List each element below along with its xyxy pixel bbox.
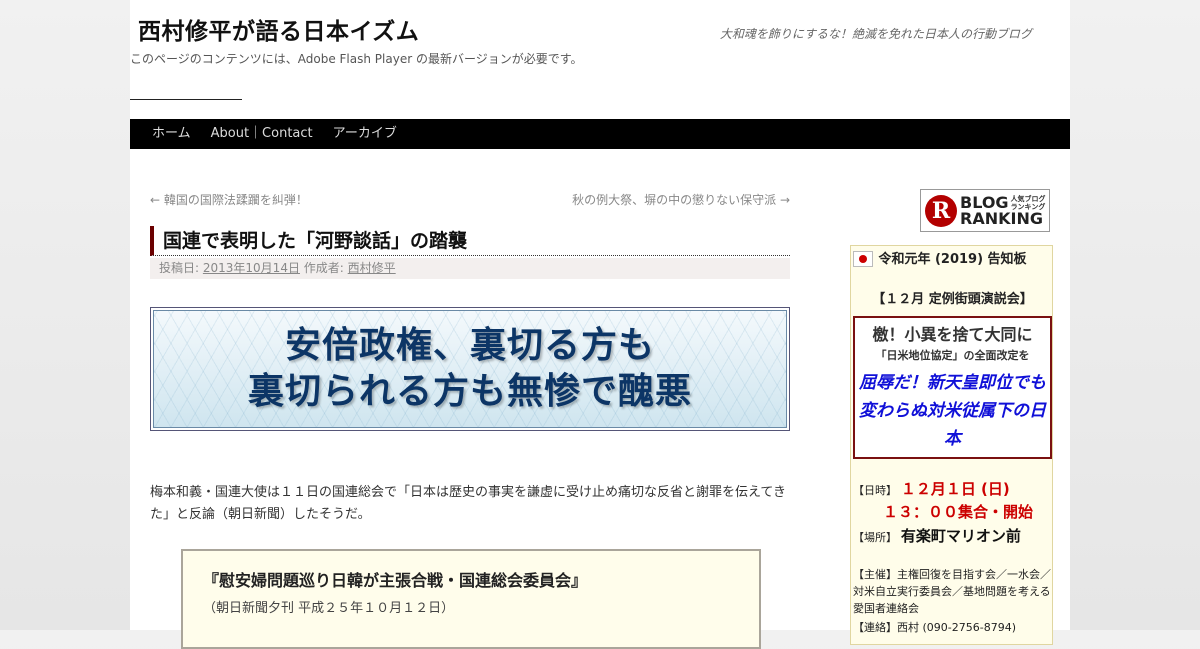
page-container: 西村修平が語る日本イズム 大和魂を飾りにするな！絶滅を免れた日本人の行動ブログ … xyxy=(130,0,1070,649)
slogan-line-1: 檄！小異を捨て大同に xyxy=(872,325,1033,344)
slogan-line-3: 屈辱だ！新天皇即位でも変わらぬ対米従属下の日本 xyxy=(859,373,1046,449)
time-value: １３：００集合・開始 xyxy=(883,503,1034,521)
flash-player-notice: このページのコンテンツには、Adobe Flash Player の最新バージョ… xyxy=(130,52,583,66)
blog-ranking-logo-icon: R xyxy=(925,194,957,227)
news-quote-box: 『慰安婦問題巡り日韓が主張合戦・国連総会委員会』 （朝日新聞夕刊 平成２５年１０… xyxy=(181,549,761,649)
event-time-row: １３：００集合・開始 xyxy=(883,501,1033,522)
sponsor-text: 【主催】主権回復を目指す会／一水会／対米自立実行委員会／基地問題を考える愛国者連… xyxy=(853,568,1051,615)
post-title: 国連で表明した「河野談話」の踏襲 xyxy=(150,226,790,256)
site-title[interactable]: 西村修平が語る日本イズム xyxy=(138,12,419,46)
header-divider xyxy=(130,99,242,100)
blog-ranking-small-1: 人気ブログ xyxy=(1010,194,1046,203)
banner-line-2: 裏切られる方も無惨で醜悪 xyxy=(247,371,692,412)
slogan-box: 檄！小異を捨て大同に 「日米地位協定」の全面改定を 屈辱だ！新天皇即位でも変わら… xyxy=(853,316,1052,459)
contact-text: 【連絡】西村 (090-2756-8794) xyxy=(853,621,1017,634)
post-body-line-2: た」と反論（朝日新聞）したそうだ。 xyxy=(150,507,371,522)
post-date-link[interactable]: 2013年10月14日 xyxy=(203,261,300,275)
quote-title: 『慰安婦問題巡り日韓が主張合戦・国連総会委員会』 xyxy=(203,571,588,590)
banner-inner: 安倍政権、裏切る方も 裏切られる方も無惨で醜悪 xyxy=(153,310,787,428)
next-post-link[interactable]: 秋の例大祭、塀の中の懲りない保守派 → xyxy=(572,191,790,208)
event-title: 【１２月 定例街頭演説会】 xyxy=(872,292,1033,307)
date-label: 【日時】 xyxy=(853,484,897,497)
quote-source: （朝日新聞夕刊 平成２５年１０月１２日） xyxy=(203,601,455,616)
post-author-label: 作成者: xyxy=(303,261,344,275)
date-value: １２月１日 (日) xyxy=(900,480,1010,498)
post-body: 梅本和義・国連大使は１１日の国連総会で「日本は歴史の事実を謙虚に受け止め痛切な反… xyxy=(150,482,790,526)
place-value: 有楽町マリオン前 xyxy=(900,527,1021,545)
event-date-row: 【日時】 １２月１日 (日) xyxy=(853,478,1010,499)
main-nav: ホーム About｜Contact アーカイブ xyxy=(130,119,1070,149)
post-body-line-1: 梅本和義・国連大使は１１日の国連総会で「日本は歴史の事実を謙虚に受け止め痛切な反… xyxy=(150,485,786,500)
slogan-line-2: 「日米地位協定」の全面改定を xyxy=(875,349,1030,362)
blog-ranking-line-2: RANKING xyxy=(960,208,1043,228)
notice-board: 令和元年 (2019) 告知板 【１２月 定例街頭演説会】 檄！小異を捨て大同に… xyxy=(850,245,1053,645)
notice-heading: 令和元年 (2019) 告知板 xyxy=(878,252,1027,267)
nav-item-archive[interactable]: アーカイブ xyxy=(323,119,407,149)
place-label: 【場所】 xyxy=(853,531,897,544)
site-description: 大和魂を飾りにするな！絶滅を免れた日本人の行動ブログ xyxy=(719,27,1032,41)
nav-item-about-contact[interactable]: About｜Contact xyxy=(201,119,323,149)
post-meta: 投稿日: 2013年10月14日 作成者: 西村修平 xyxy=(150,258,790,279)
blog-ranking-text: BLOG 人気ブログ ランキング RANKING xyxy=(960,194,1046,228)
post-date-label: 投稿日: xyxy=(159,261,200,275)
banner-line-1: 安倍政権、裏切る方も xyxy=(284,325,655,366)
event-place-row: 【場所】 有楽町マリオン前 xyxy=(853,525,1021,546)
blog-ranking-banner[interactable]: R BLOG 人気ブログ ランキング RANKING xyxy=(920,189,1050,232)
post-author-link[interactable]: 西村修平 xyxy=(348,261,396,275)
post-banner: 安倍政権、裏切る方も 裏切られる方も無惨で醜悪 xyxy=(150,307,790,431)
previous-post-link[interactable]: ← 韓国の国際法蹂躙を糾弾！ xyxy=(150,191,308,208)
nav-item-home[interactable]: ホーム xyxy=(130,119,201,149)
